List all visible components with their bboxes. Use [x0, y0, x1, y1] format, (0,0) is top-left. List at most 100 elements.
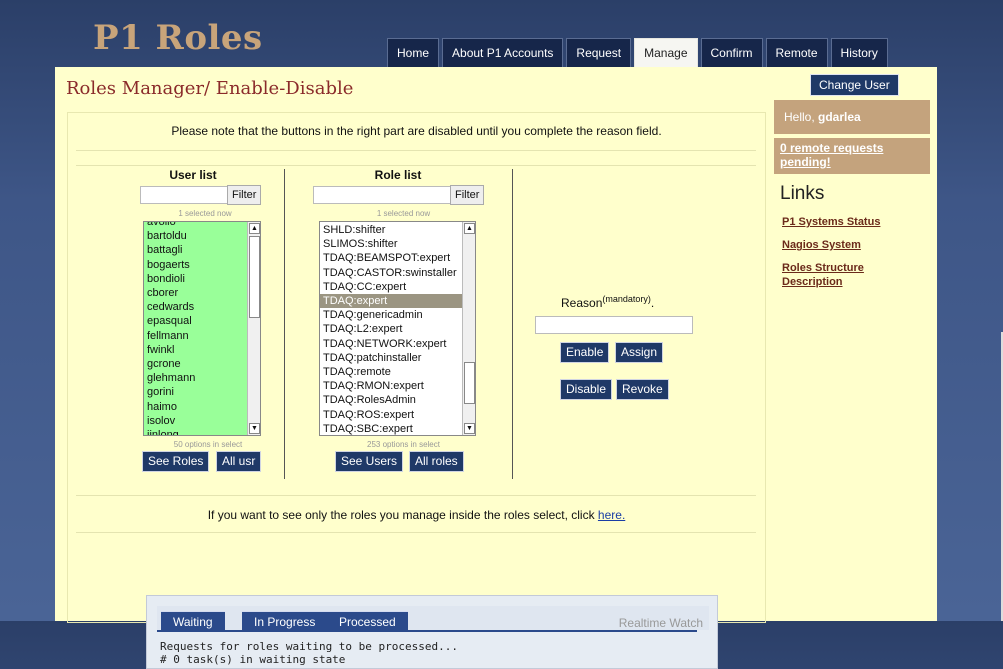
divider: [76, 495, 756, 496]
column-divider: [512, 169, 513, 479]
realtime-watch-panel: Waiting In Progress Processed Realtime W…: [146, 595, 718, 669]
see-users-button[interactable]: See Users: [335, 451, 404, 472]
user-option[interactable]: bartoldu: [144, 229, 260, 243]
tab-home[interactable]: Home: [387, 38, 440, 67]
manage-note: If you want to see only the roles you ma…: [68, 508, 765, 522]
manage-note-text: If you want to see only the roles you ma…: [207, 508, 598, 522]
reason-label: Reason(mandatory).: [561, 294, 654, 310]
scroll-up-icon[interactable]: ▲: [249, 223, 260, 234]
user-option[interactable]: fwinkl: [144, 343, 260, 357]
page-title: Roles Manager/ Enable-Disable: [66, 78, 354, 99]
role-option[interactable]: TDAQ:BEAMSPOT:expert: [320, 251, 475, 265]
reason-note: Please note that the buttons in the righ…: [171, 124, 662, 138]
user-option[interactable]: epasqual: [144, 314, 260, 328]
reason-mandatory: (mandatory): [602, 294, 651, 304]
tab-remote[interactable]: Remote: [765, 38, 828, 67]
tab-about[interactable]: About P1 Accounts: [442, 38, 564, 67]
role-option[interactable]: SLIMOS:shifter: [320, 237, 475, 251]
tab-in-progress[interactable]: In Progress: [242, 611, 328, 632]
role-select[interactable]: SHLD:shifter SLIMOS:shifter TDAQ:BEAMSPOT:…: [319, 221, 476, 436]
column-divider: [284, 169, 285, 479]
role-option[interactable]: TDAQ:RolesAdmin: [320, 393, 475, 407]
app-logo: P1 Roles: [93, 18, 263, 58]
user-option[interactable]: gorini: [144, 385, 260, 399]
role-filter-button[interactable]: Filter: [450, 185, 485, 205]
user-select[interactable]: avollo bartoldu battagli bogaerts bondioli cb…: [143, 221, 261, 436]
link-nagios-system[interactable]: Nagios System: [782, 238, 912, 252]
user-filter-button[interactable]: Filter: [227, 185, 262, 205]
user-option[interactable]: haimo: [144, 400, 260, 414]
greeting-text: Hello,: [784, 110, 819, 124]
see-roles-button[interactable]: See Roles: [142, 451, 210, 472]
role-option[interactable]: TDAQ:SBC:expert: [320, 422, 475, 435]
pending-requests-link[interactable]: 0 remote requests pending!: [780, 141, 883, 169]
role-filter-input[interactable]: [313, 186, 451, 204]
scroll-thumb[interactable]: [464, 362, 475, 404]
user-option[interactable]: fellmann: [144, 329, 260, 343]
role-option[interactable]: TDAQ:NETWORK:expert: [320, 337, 475, 351]
scroll-down-icon[interactable]: ▼: [464, 423, 475, 434]
all-users-button[interactable]: All usr: [216, 451, 262, 472]
scroll-down-icon[interactable]: ▼: [249, 423, 260, 434]
role-option[interactable]: TDAQ:expert: [320, 294, 475, 309]
links-heading: Links: [780, 183, 825, 204]
change-user-button[interactable]: Change User: [810, 74, 899, 96]
user-option[interactable]: bondioli: [144, 272, 260, 286]
role-option[interactable]: TDAQ:CASTOR:swinstaller: [320, 266, 475, 280]
enable-button[interactable]: Enable: [560, 342, 610, 363]
user-greeting: Hello, gdarlea: [774, 100, 930, 134]
watch-output: Requests for roles waiting to be process…: [160, 640, 458, 666]
role-scrollbar[interactable]: ▲ ▼: [462, 222, 475, 435]
link-roles-structure[interactable]: Roles Structure Description: [782, 261, 912, 289]
user-scrollbar[interactable]: ▲ ▼: [247, 222, 260, 435]
role-list-title: Role list: [374, 168, 422, 182]
tab-manage[interactable]: Manage: [634, 38, 698, 67]
role-option[interactable]: TDAQ:CC:expert: [320, 280, 475, 294]
disable-button[interactable]: Disable: [560, 379, 613, 400]
scroll-thumb[interactable]: [249, 236, 260, 318]
user-list-title: User list: [169, 168, 217, 182]
role-option[interactable]: TDAQ:L2:expert: [320, 322, 475, 336]
scroll-up-icon[interactable]: ▲: [464, 223, 475, 234]
user-option[interactable]: bogaerts: [144, 258, 260, 272]
role-selected-count: 1 selected now: [376, 209, 431, 218]
role-options-count: 253 options in select: [367, 440, 440, 449]
user-option[interactable]: jinlong: [144, 428, 260, 435]
role-option[interactable]: TDAQ:RMON:expert: [320, 379, 475, 393]
reason-label-suffix: .: [650, 296, 655, 310]
role-option[interactable]: TDAQ:genericadmin: [320, 308, 475, 322]
revoke-button[interactable]: Revoke: [616, 379, 669, 400]
sidebar: Change User Hello, gdarlea 0 remote requ…: [771, 67, 937, 621]
user-option[interactable]: avollo: [144, 222, 260, 229]
tab-request[interactable]: Request: [566, 38, 632, 67]
tab-history[interactable]: History: [830, 38, 888, 67]
user-filter-input[interactable]: [140, 186, 228, 204]
link-p1-systems-status[interactable]: P1 Systems Status: [782, 215, 912, 229]
user-option[interactable]: gcrone: [144, 357, 260, 371]
tab-confirm[interactable]: Confirm: [700, 38, 763, 67]
divider: [76, 165, 756, 166]
user-option[interactable]: battagli: [144, 243, 260, 257]
reason-label-text: Reason: [561, 296, 603, 310]
manager-box: Please note that the buttons in the righ…: [67, 112, 766, 669]
user-option[interactable]: glehmann: [144, 371, 260, 385]
user-option[interactable]: cborer: [144, 286, 260, 300]
main-nav: Home About P1 Accounts Request Manage Co…: [387, 38, 888, 67]
all-roles-button[interactable]: All roles: [409, 451, 464, 472]
role-option[interactable]: TDAQ:patchinstaller: [320, 351, 475, 365]
role-option[interactable]: SHLD:shifter: [320, 223, 475, 237]
divider: [76, 150, 756, 151]
user-options-count: 50 options in select: [173, 440, 243, 449]
role-option[interactable]: TDAQ:ROS:expert: [320, 408, 475, 422]
user-option[interactable]: isolov: [144, 414, 260, 428]
here-link[interactable]: here.: [598, 508, 625, 522]
reason-input[interactable]: [535, 316, 693, 334]
user-option[interactable]: cedwards: [144, 300, 260, 314]
divider: [76, 532, 756, 533]
watch-line: # 0 task(s) in waiting state: [160, 653, 346, 666]
assign-button[interactable]: Assign: [615, 342, 664, 363]
tab-waiting[interactable]: Waiting: [161, 611, 225, 632]
tab-processed[interactable]: Processed: [327, 611, 408, 632]
watch-line: Requests for roles waiting to be process…: [160, 640, 459, 653]
role-option[interactable]: TDAQ:remote: [320, 365, 475, 379]
